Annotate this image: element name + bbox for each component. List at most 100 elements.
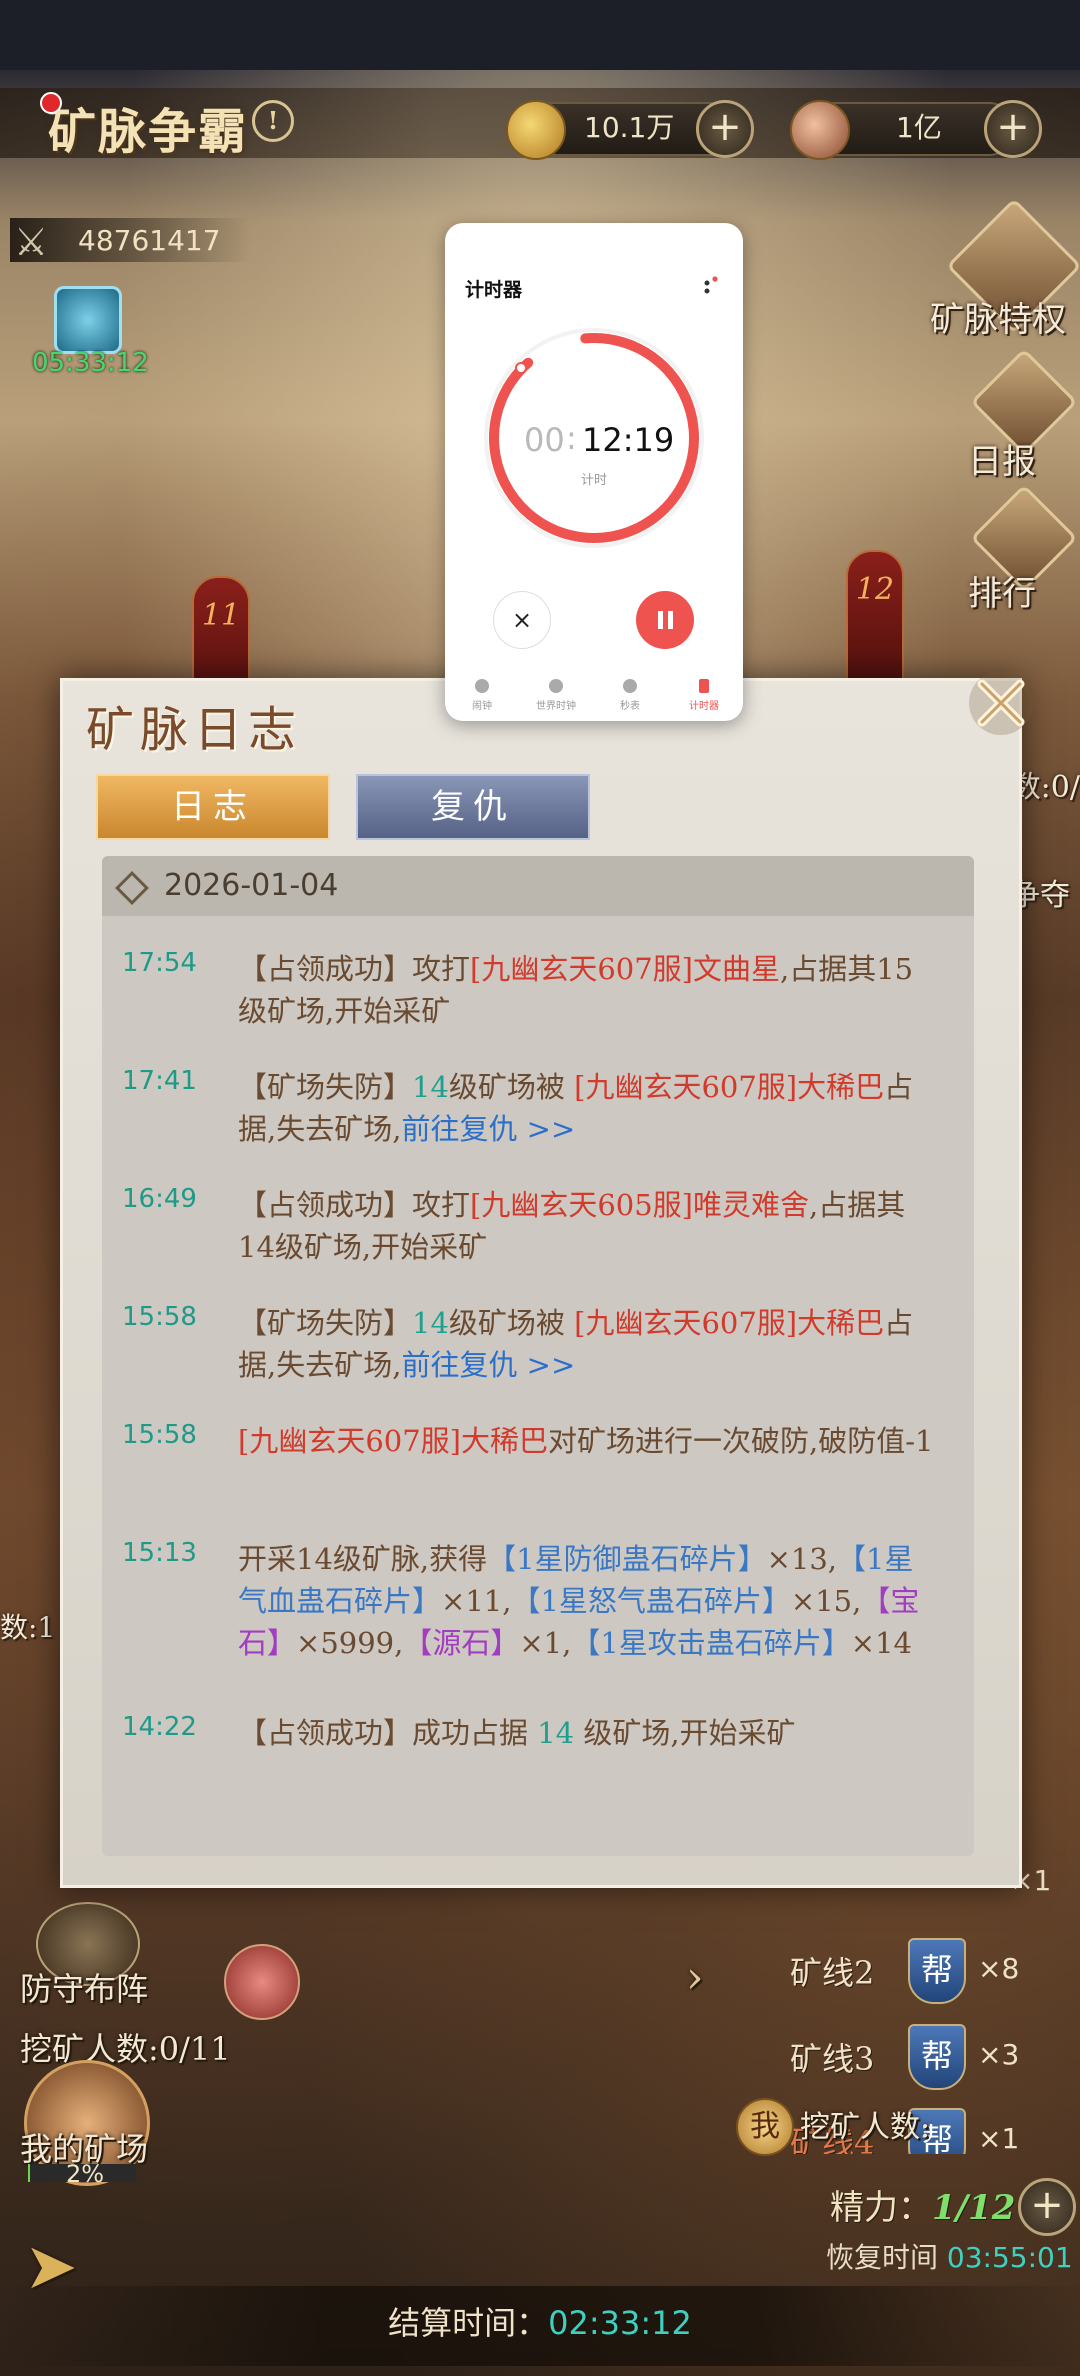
log-list[interactable]: 2026-01-04 17:54 【占领成功】攻打[九幽玄天607服]文曲星,占据… (102, 856, 974, 1856)
gold-resource-value: 10.1万 (584, 111, 675, 144)
buff-timer: 05:33:12 (32, 348, 149, 378)
miners-count: 挖矿人数:0/11 (20, 2030, 231, 2068)
log-text: 【占领成功】成功占据 14 级矿场,开始采矿 (238, 1712, 938, 1754)
settle-time: 结算时间：02:33:12 (0, 2298, 1080, 2344)
log-time: 14:22 (122, 1712, 197, 1742)
crystal-icon[interactable] (224, 1944, 300, 2020)
buff-icon[interactable] (54, 286, 122, 354)
mine-line-3[interactable]: 矿线3 帮 ×3 (790, 2024, 1040, 2090)
tab-revenge[interactable]: 复仇 (356, 774, 590, 840)
timer-nav-world-clock[interactable]: 世界时钟 (519, 679, 593, 712)
log-text-segment: 14 (412, 1306, 449, 1340)
info-icon[interactable]: ! (252, 100, 294, 142)
combat-power: 48761417 (78, 224, 221, 257)
log-time: 15:58 (122, 1420, 197, 1450)
left-count-fragment: 数:1 (0, 1611, 56, 1644)
pause-timer-button[interactable] (636, 591, 694, 649)
timer-nav-timer[interactable]: 计时器 (667, 679, 741, 712)
revenge-link[interactable]: 前往复仇 >> (401, 1348, 575, 1382)
log-text-segment: [九幽玄天607服]大稀巴 (238, 1424, 548, 1458)
revenge-link[interactable]: 前往复仇 >> (401, 1112, 575, 1146)
list-fade (102, 1810, 974, 1856)
log-text: 【占领成功】攻打[九幽玄天607服]文曲星,占据其15级矿场,开始采矿 (238, 948, 938, 1032)
log-text-segment: [九幽玄天607服]文曲星 (470, 952, 780, 986)
ranking-button[interactable] (970, 484, 1078, 592)
recover-time: 恢复时间 03:55:01 (826, 2236, 1073, 2276)
nav-label: 世界时钟 (536, 701, 576, 712)
timer-title: 计时器 (465, 279, 523, 301)
guild-badge: 帮 (908, 2024, 966, 2090)
stamina: 精力：1/12 (830, 2180, 1015, 2229)
timer-widget[interactable]: 计时器 00 : 12:19 计时 × 闹钟 世界时钟 秒表 计时器 (445, 223, 743, 721)
pause-icon (668, 611, 673, 629)
timer-nav-alarm[interactable]: 闹钟 (445, 679, 519, 712)
log-text-segment: 【1星怒气蛊石碎片】 (511, 1584, 791, 1618)
timer-separator: : (566, 419, 577, 457)
log-text-segment: 【占领成功】攻打 (238, 1188, 471, 1222)
stopwatch-icon (623, 679, 637, 693)
mine-line-label: 矿线3 (790, 2040, 875, 2078)
diamond-icon (115, 871, 149, 905)
log-text-segment: 级矿场,开始采矿 (574, 1716, 796, 1750)
log-text: [九幽玄天607服]大稀巴对矿场进行一次破防,破防值-1 (238, 1420, 938, 1462)
alarm-icon (475, 679, 489, 693)
pause-icon (658, 611, 663, 629)
daily-report-button[interactable] (970, 348, 1078, 456)
me-miners-label: 挖矿人数: (800, 2110, 931, 2145)
log-text-segment: ×1, (519, 1626, 572, 1660)
mine-line-count: ×3 (978, 2038, 1020, 2071)
log-text: 开采14级矿脉,获得【1星防御蛊石碎片】×13,【1星气血蛊石碎片】×11,【1… (238, 1538, 938, 1664)
log-text-segment: 开采14级矿脉,获得 (238, 1542, 488, 1576)
log-time: 15:58 (122, 1302, 197, 1332)
timer-time: 12:19 (582, 421, 675, 459)
crossed-swords-icon: ⚔ (14, 220, 49, 264)
my-mine-progress-text: 2% (66, 2160, 105, 2188)
log-text-segment: 级矿场被 (448, 1070, 575, 1104)
log-text-segment: 14 (412, 1070, 449, 1104)
nav-label: 秒表 (620, 701, 640, 712)
log-text: 【矿场失防】14级矿场被 [九幽玄天607服]大稀巴占据,失去矿场,前往复仇 >… (238, 1302, 938, 1386)
log-text-segment: ×11, (441, 1584, 512, 1618)
log-panel-title: 矿脉日志 (86, 702, 303, 758)
log-text-segment: 【占领成功】攻打 (238, 952, 471, 986)
log-time: 17:54 (122, 948, 197, 978)
log-text-segment: 对矿场进行一次破防,破防值-1 (547, 1424, 934, 1458)
mine-line-label: 矿线2 (790, 1954, 875, 1992)
log-text-segment: ×5999, (296, 1626, 404, 1660)
timer-sub-label: 计时 (580, 473, 607, 488)
tab-log[interactable]: 日志 (96, 774, 330, 840)
game-title: 矿脉争霸 (48, 104, 249, 160)
hourglass-icon (699, 679, 709, 693)
ranking-label: 排行 (968, 574, 1036, 614)
notification-dot (40, 92, 62, 114)
log-text-segment: 【矿场失防】 (238, 1306, 413, 1340)
add-coin-button[interactable]: + (984, 100, 1042, 158)
date-header: 2026-01-04 (102, 856, 974, 916)
coin-resource-value: 1亿 (896, 111, 942, 144)
mine-line-2[interactable]: 矿线2 帮 ×8 (790, 1938, 1040, 2004)
log-time: 15:13 (122, 1538, 197, 1568)
log-date: 2026-01-04 (164, 868, 339, 903)
log-text-segment: 【源石】 (403, 1626, 520, 1660)
log-text-segment: 【1星防御蛊石碎片】 (487, 1542, 767, 1576)
close-icon[interactable] (966, 668, 1036, 738)
mine-line-count: ×8 (978, 1952, 1020, 1985)
log-text-segment: [九幽玄天607服]大稀巴 (574, 1306, 885, 1340)
mine-privilege-label: 矿脉特权 (930, 300, 1066, 340)
cancel-timer-button[interactable]: × (493, 591, 551, 649)
add-gold-button[interactable]: + (696, 100, 754, 158)
my-mine-progress-fill (28, 2164, 31, 2182)
more-options-icon[interactable] (703, 275, 719, 299)
log-text: 【矿场失防】14级矿场被 [九幽玄天607服]大稀巴占据,失去矿场,前往复仇 >… (238, 1066, 938, 1150)
add-stamina-button[interactable]: + (1018, 2178, 1076, 2236)
globe-icon (549, 679, 563, 693)
log-text-segment: [九幽玄天605服]唯灵难舍 (470, 1188, 809, 1222)
log-text-segment: ×13, (766, 1542, 837, 1576)
timer-nav-stopwatch[interactable]: 秒表 (593, 679, 667, 712)
coin-icon (790, 100, 850, 160)
recover-value: 03:55:01 (946, 2241, 1073, 2274)
settle-value: 02:33:12 (548, 2304, 692, 2342)
log-time: 17:41 (122, 1066, 197, 1096)
expand-arrow-icon[interactable]: › (686, 1952, 704, 2003)
defense-formation-label: 防守布阵 (20, 1970, 149, 2008)
